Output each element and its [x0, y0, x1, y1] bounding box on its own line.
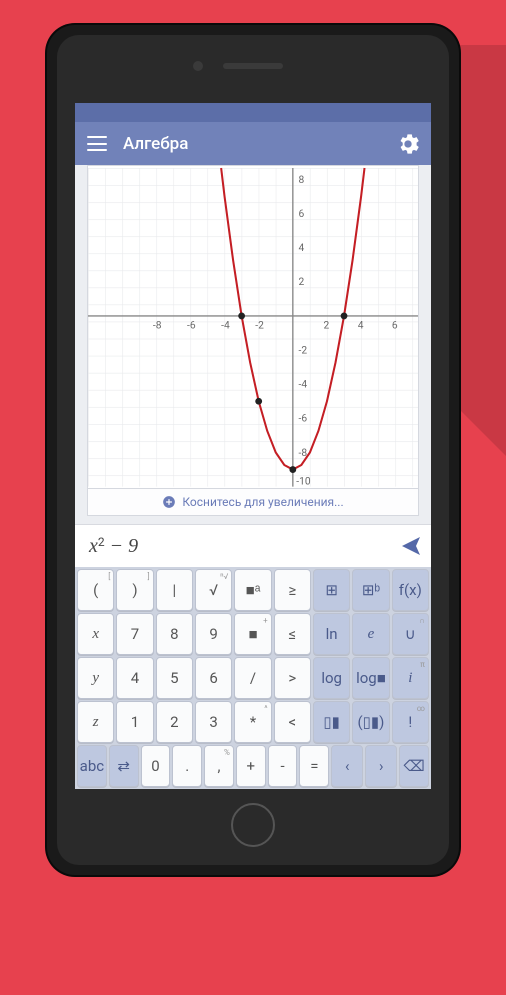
- key-[interactable]: ∪∩: [392, 613, 429, 655]
- key-6[interactable]: 6: [195, 657, 232, 699]
- app-screen: Алгебра -8-6: [75, 103, 431, 789]
- key-[interactable]: ⇄: [109, 745, 139, 787]
- key-log[interactable]: log■: [352, 657, 389, 699]
- key-[interactable]: >: [274, 657, 311, 699]
- svg-text:-2: -2: [299, 343, 308, 356]
- svg-text:-4: -4: [221, 318, 230, 331]
- key-3[interactable]: 3: [195, 701, 232, 743]
- key-[interactable]: /: [234, 657, 271, 699]
- key-z[interactable]: z: [77, 701, 114, 743]
- svg-text:-4: -4: [299, 377, 308, 390]
- gear-icon[interactable]: [397, 133, 419, 155]
- key-[interactable]: ⌫: [399, 745, 429, 787]
- key-[interactable]: ⊞ᵇ: [352, 569, 389, 611]
- submit-icon[interactable]: [399, 534, 423, 558]
- svg-text:-6: -6: [299, 412, 308, 425]
- math-keyboard: ([)]|√ⁿ√■ᵃ≥⊞⊞ᵇf(x) x789■+≤lne∪∩ y456/>logl…: [75, 567, 431, 789]
- key-[interactable]: .: [172, 745, 202, 787]
- key-i[interactable]: iπ: [392, 657, 429, 699]
- function-plot: -8 -6 -4 -2 2 4 6 2 4 6 8 -2 -4 -6 -8 -10: [88, 166, 418, 489]
- plus-icon: [162, 495, 176, 509]
- key-e[interactable]: e: [352, 613, 389, 655]
- key-2[interactable]: 2: [156, 701, 193, 743]
- key-9[interactable]: 9: [195, 613, 232, 655]
- svg-text:2: 2: [324, 318, 330, 331]
- expression-input-row: x2 − 9: [75, 524, 431, 567]
- svg-text:6: 6: [299, 207, 305, 220]
- key-[interactable]: ›: [365, 745, 397, 787]
- menu-icon[interactable]: [87, 136, 107, 151]
- svg-text:4: 4: [358, 318, 364, 331]
- key-fx[interactable]: f(x): [392, 569, 429, 611]
- svg-text:-6: -6: [187, 318, 196, 331]
- expression-input[interactable]: x2 − 9: [83, 535, 399, 558]
- graph-card[interactable]: -8 -6 -4 -2 2 4 6 2 4 6 8 -2 -4 -6 -8 -10: [87, 165, 419, 490]
- key-[interactable]: ▯▮: [313, 701, 350, 743]
- svg-text:-8: -8: [153, 318, 162, 331]
- key-7[interactable]: 7: [116, 613, 153, 655]
- key-[interactable]: +: [236, 745, 266, 787]
- key-[interactable]: =: [299, 745, 329, 787]
- key-y[interactable]: y: [77, 657, 114, 699]
- key-5[interactable]: 5: [156, 657, 193, 699]
- toolbar: Алгебра: [75, 122, 431, 165]
- key-x[interactable]: x: [77, 613, 114, 655]
- svg-text:6: 6: [392, 318, 398, 331]
- page-title: Алгебра: [123, 134, 397, 154]
- status-bar: [75, 103, 431, 122]
- svg-text:-8: -8: [299, 446, 308, 459]
- key-1[interactable]: 1: [116, 701, 153, 743]
- zoom-hint[interactable]: Коснитесь для увеличения...: [87, 489, 419, 516]
- key-[interactable]: )]: [116, 569, 153, 611]
- key-[interactable]: ([: [77, 569, 114, 611]
- key-8[interactable]: 8: [156, 613, 193, 655]
- key-log[interactable]: log: [313, 657, 350, 699]
- key-ln[interactable]: ln: [313, 613, 350, 655]
- key-[interactable]: ⊞: [313, 569, 350, 611]
- key-[interactable]: ,%: [204, 745, 234, 787]
- key-0[interactable]: 0: [141, 745, 171, 787]
- key-[interactable]: (▯▮): [352, 701, 389, 743]
- svg-text:4: 4: [299, 241, 305, 254]
- key-[interactable]: -: [268, 745, 298, 787]
- key-[interactable]: |: [156, 569, 193, 611]
- key-[interactable]: *^: [234, 701, 271, 743]
- key-[interactable]: √ⁿ√: [195, 569, 232, 611]
- graph-area: -8 -6 -4 -2 2 4 6 2 4 6 8 -2 -4 -6 -8 -10 Коснитесь …: [75, 165, 431, 525]
- key-[interactable]: ≤: [274, 613, 311, 655]
- key-[interactable]: !∞: [392, 701, 429, 743]
- key-4[interactable]: 4: [116, 657, 153, 699]
- key-[interactable]: ■ᵃ: [234, 569, 271, 611]
- key-[interactable]: ■+: [234, 613, 271, 655]
- key-[interactable]: ≥: [274, 569, 311, 611]
- key-abc[interactable]: abc: [77, 745, 107, 787]
- svg-text:2: 2: [299, 275, 305, 288]
- svg-text:-2: -2: [255, 318, 264, 331]
- key-[interactable]: <: [274, 701, 311, 743]
- phone-frame: Алгебра -8-6: [47, 25, 459, 875]
- key-[interactable]: ‹: [331, 745, 363, 787]
- home-button[interactable]: [231, 803, 275, 847]
- svg-text:8: 8: [299, 173, 305, 186]
- svg-text:-10: -10: [296, 474, 311, 487]
